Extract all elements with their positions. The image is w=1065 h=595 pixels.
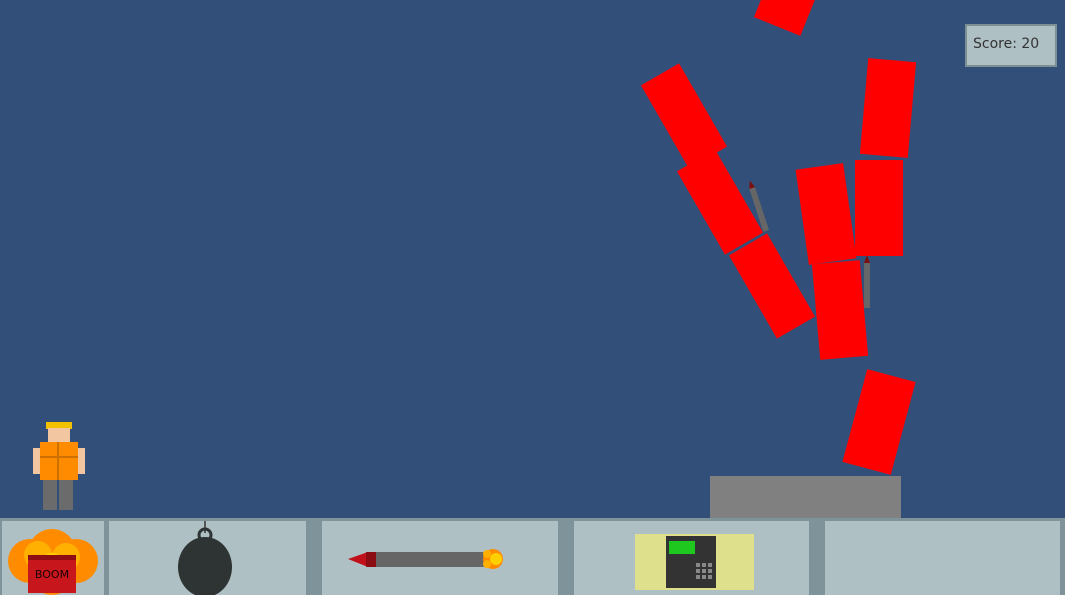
gray-platform	[710, 476, 901, 518]
empty-tool-slot[interactable]	[825, 521, 1060, 595]
red-block	[728, 233, 816, 339]
worker-character[interactable]	[33, 422, 85, 512]
score-display: Score: 20	[965, 24, 1057, 67]
bomb-tool-slot[interactable]	[109, 521, 306, 595]
dynamite-tool-slot[interactable]: BOOM	[2, 521, 104, 595]
red-block	[859, 58, 917, 158]
red-block	[842, 369, 916, 475]
rocket-tool-slot[interactable]	[322, 521, 558, 595]
bomb-icon	[178, 521, 232, 595]
red-block	[795, 163, 857, 265]
explosion-icon	[8, 529, 98, 595]
red-block	[676, 149, 764, 255]
game-stage[interactable]: Score: 20	[0, 0, 1065, 518]
stuck-rocket	[864, 255, 870, 308]
score-label: Score: 20	[973, 36, 1040, 52]
remote-detonator-tool-slot[interactable]	[574, 521, 809, 595]
rocket-icon	[348, 549, 503, 569]
red-block	[753, 0, 817, 36]
remote-detonator-icon	[635, 534, 754, 590]
dynamite-label: BOOM	[34, 568, 70, 581]
tool-bar: BOOM	[0, 518, 1065, 595]
red-block	[811, 260, 869, 360]
red-block	[855, 160, 903, 256]
